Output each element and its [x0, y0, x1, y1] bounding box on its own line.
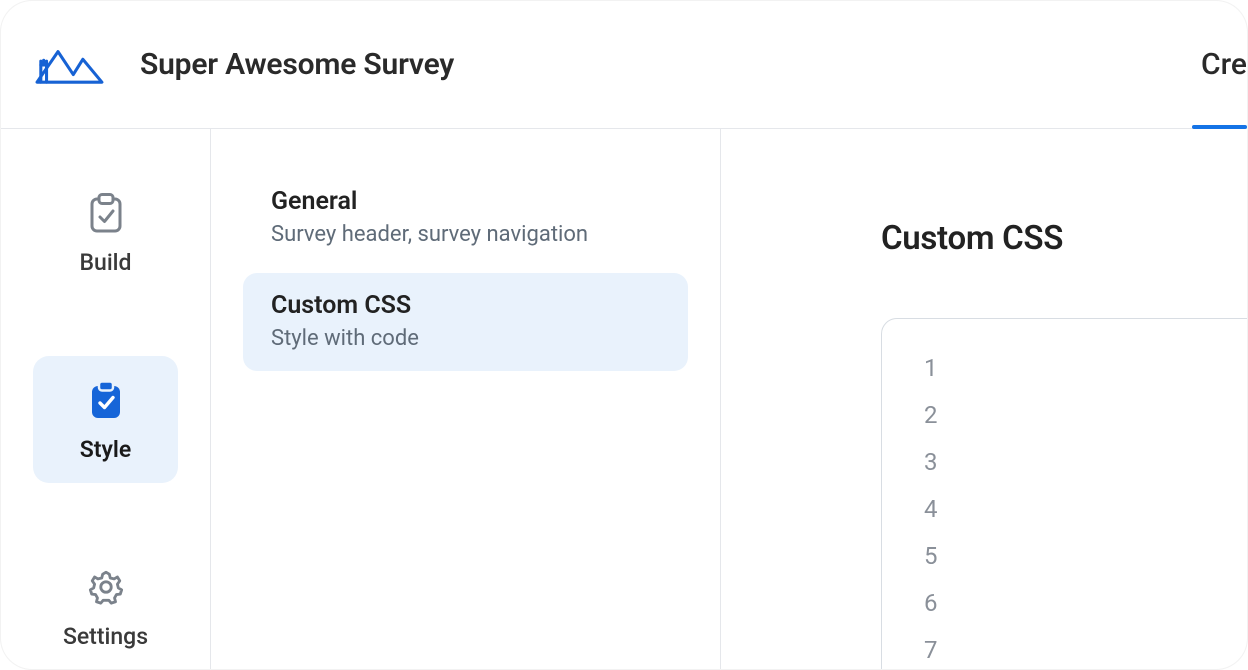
line-number: 7 [882, 627, 952, 669]
header: Super Awesome Survey Cre [1, 1, 1247, 129]
main: Build Style Settings Ge [1, 129, 1247, 669]
sidebar-item-settings[interactable]: Settings [33, 543, 178, 670]
css-editor[interactable]: 1 2 3 4 5 6 7 [881, 318, 1247, 669]
subpanel-item-desc: Survey header, survey navigation [271, 222, 660, 247]
line-number: 1 [882, 345, 952, 392]
gear-icon [87, 565, 125, 609]
sidebar: Build Style Settings [1, 129, 211, 669]
clipboard-check-filled-icon [87, 378, 125, 422]
subpanel-item-general[interactable]: General Survey header, survey navigation [243, 169, 688, 267]
line-number: 5 [882, 533, 952, 580]
editor-gutter: 1 2 3 4 5 6 7 [882, 345, 952, 669]
style-subpanel: General Survey header, survey navigation… [211, 129, 721, 669]
line-number: 3 [882, 439, 952, 486]
sidebar-item-label: Settings [63, 623, 148, 650]
content-area: Custom CSS 1 2 3 4 5 6 7 [721, 129, 1247, 669]
app-logo [31, 42, 106, 87]
header-tab-create[interactable]: Cre [1181, 1, 1247, 128]
line-number: 2 [882, 392, 952, 439]
line-number: 4 [882, 486, 952, 533]
subpanel-item-custom-css[interactable]: Custom CSS Style with code [243, 273, 688, 371]
sidebar-item-build[interactable]: Build [33, 169, 178, 296]
content-heading: Custom CSS [881, 219, 1247, 258]
sidebar-item-label: Style [80, 436, 132, 463]
sidebar-item-style[interactable]: Style [33, 356, 178, 483]
line-number: 6 [882, 580, 952, 627]
survey-title: Super Awesome Survey [140, 47, 454, 82]
subpanel-item-title: General [271, 187, 660, 216]
subpanel-item-title: Custom CSS [271, 291, 660, 320]
subpanel-item-desc: Style with code [271, 326, 660, 351]
header-tab-label: Cre [1201, 47, 1247, 82]
clipboard-check-icon [87, 191, 125, 235]
sidebar-item-label: Build [80, 249, 132, 276]
